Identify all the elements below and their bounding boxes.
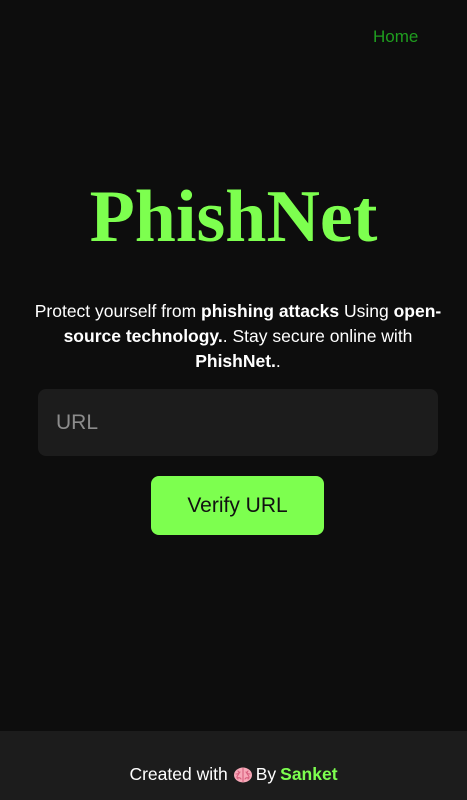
page-title: PhishNet	[89, 176, 378, 258]
tagline-emphasis-phishing: phishing attacks	[201, 301, 340, 321]
tagline: Protect yourself from phishing attacks U…	[22, 299, 454, 374]
tagline-text-1: Protect yourself from	[34, 301, 202, 321]
brain-icon	[233, 766, 253, 788]
tagline-text-4: .	[275, 351, 281, 371]
page: Home PhishNet Protect yourself from phis…	[0, 0, 467, 800]
verify-url-button[interactable]: Verify URL	[151, 476, 324, 535]
footer-by: By	[255, 764, 277, 784]
tagline-text-2: Using	[339, 301, 394, 321]
tagline-text-3: . Stay secure online with	[222, 326, 413, 346]
footer-created-with: Created with	[129, 764, 228, 784]
footer-credit: Created with By Sanket	[0, 764, 467, 788]
footer-author: Sanket	[280, 764, 338, 784]
nav-home-link[interactable]: Home	[373, 27, 418, 47]
url-input[interactable]	[38, 389, 438, 456]
footer: Created with By Sanket	[0, 731, 467, 800]
tagline-emphasis-phishnet: PhishNet.	[195, 351, 276, 371]
